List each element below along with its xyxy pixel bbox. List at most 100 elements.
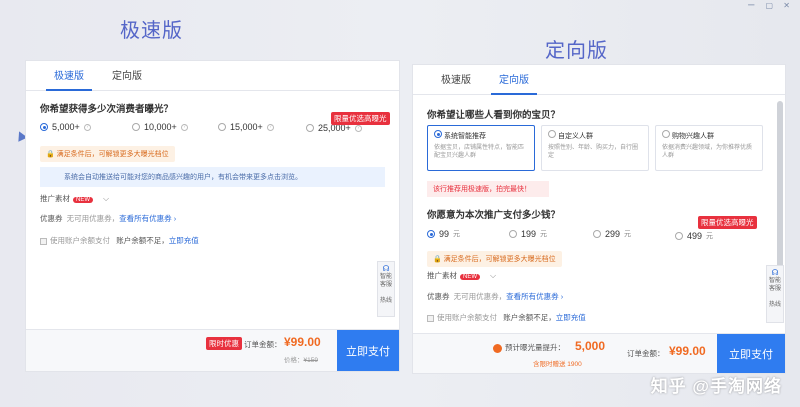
view-coupons-link[interactable]: 查看所有优惠券 ›	[119, 214, 176, 223]
target-desc: 依据宝贝，店铺属性特点，智能匹配宝贝兴趣人群	[434, 145, 525, 159]
original-price-row: 价格：¥159	[284, 354, 318, 364]
option-15000[interactable]: 15,000+?	[218, 122, 274, 132]
coupon-none: 无可用优惠券，	[66, 214, 120, 223]
tab-speed[interactable]: 极速版	[427, 71, 485, 94]
recharge-link[interactable]: 立即充值	[556, 313, 586, 322]
price-299[interactable]: 299 元	[593, 229, 631, 239]
balance-checkbox[interactable]	[40, 237, 47, 245]
radio-icon	[132, 123, 140, 131]
unlock-tip-text: 满足条件后，可解锁更多大曝光档位	[56, 151, 169, 158]
balance-checkbox[interactable]	[427, 314, 434, 322]
left-tabs: 极速版 定向版	[26, 61, 399, 91]
order-amount-label: 订单金额：	[244, 340, 282, 349]
customer-service-widget[interactable]: ☊ 智能 客服 热线	[766, 265, 784, 323]
order-price: ¥99.00	[284, 335, 321, 349]
target-smart[interactable]: 系统智能推荐 依据宝贝，店铺属性特点，智能匹配宝贝兴趣人群	[427, 125, 535, 171]
chevron-down-icon: ⌵	[103, 194, 110, 203]
coupon-none: 无可用优惠券，	[453, 292, 507, 301]
bonus-text: 含限时赠送 1900	[533, 361, 582, 368]
price-label: 99	[439, 229, 450, 239]
target-desc: 依据消费兴趣领域，为你推荐优质人群	[662, 145, 753, 159]
material-label: 推广素材	[427, 271, 457, 280]
tab-targeted[interactable]: 定向版	[98, 67, 156, 90]
balance-label: 使用账户余额支付	[50, 236, 110, 245]
right-footer: 预计曝光量提升： 5,000 含限时赠送 1900 订单金额： ¥99.00 立…	[413, 333, 785, 373]
coin-icon	[493, 343, 502, 353]
customer-service-widget[interactable]: ☊ 智能 客服 热线	[377, 261, 395, 317]
info-text: 系统会自动推送给可能对您的商品感兴趣的用户，有机会带来更多点击浏览。	[64, 174, 302, 181]
tab-targeted[interactable]: 定向版	[485, 71, 543, 95]
balance-insufficient: 账户余额不足，	[116, 236, 169, 245]
right-panel: 极速版 定向版 你希望让哪些人看到你的宝贝？ 系统智能推荐 依据宝贝，店铺属性特…	[412, 64, 786, 374]
exposure-row: 预计曝光量提升：	[493, 342, 565, 353]
pay-button[interactable]: 立即支付	[717, 334, 785, 373]
widget-label-3: 热线	[379, 298, 392, 304]
recharge-link[interactable]: 立即充值	[169, 236, 199, 245]
coupon-label: 优惠券	[40, 214, 63, 223]
headset-icon: ☊	[382, 264, 390, 273]
target-desc: 按照性别、年龄、购买力，自行圈定	[548, 145, 639, 159]
widget-label-3: 热线	[768, 302, 781, 308]
new-badge: NEW	[460, 274, 480, 280]
balance-row: 使用账户余额支付 账户余额不足，立即充值	[40, 235, 199, 246]
radio-icon	[218, 123, 226, 131]
radio-selected-icon	[434, 130, 442, 138]
radio-selected-icon	[427, 230, 435, 238]
coupon-row: 优惠券 无可用优惠券，查看所有优惠券 ›	[427, 291, 563, 302]
help-icon: ?	[83, 123, 91, 131]
unlock-tip: 🔒 满足条件后，可解锁更多大曝光档位	[427, 251, 562, 267]
high-exposure-badge: 限量优选高曝光	[698, 216, 757, 229]
unit-label: 元	[624, 231, 632, 238]
exposure-label: 预计曝光量提升：	[505, 343, 565, 352]
widget-label-1: 智能	[379, 274, 392, 280]
target-custom[interactable]: 自定义人群 按照性别、年龄、购买力，自行圈定	[541, 125, 649, 171]
radio-icon	[548, 130, 556, 138]
coupon-label: 优惠券	[427, 292, 450, 301]
target-title: 购物兴趣人群	[671, 133, 714, 140]
option-5000[interactable]: 5,000+?	[40, 122, 91, 132]
radio-icon	[306, 124, 314, 132]
price-499[interactable]: 499 元	[675, 231, 713, 241]
window-controls[interactable]: ー ▢ ✕	[747, 0, 794, 11]
info-bar: 系统会自动推送给可能对您的商品感兴趣的用户，有机会带来更多点击浏览。	[40, 167, 385, 187]
balance-insufficient: 账户余额不足，	[503, 313, 556, 322]
exposure-question: 你希望获得多少次消费者曝光？	[40, 104, 174, 115]
new-badge: NEW	[73, 197, 93, 203]
limited-offer-badge: 限时优惠	[206, 337, 242, 350]
material-label: 推广素材	[40, 194, 70, 203]
orig-price: ¥159	[303, 357, 318, 364]
unit-label: 元	[706, 233, 714, 240]
balance-row: 使用账户余额支付 账户余额不足，立即充值	[427, 312, 586, 323]
lock-icon: 🔒	[433, 256, 444, 263]
exposure-value: 5,000	[575, 339, 606, 353]
heading-targeted-version: 定向版	[545, 40, 608, 62]
right-tabs: 极速版 定向版	[413, 65, 785, 95]
radio-icon	[662, 130, 670, 138]
widget-label-1: 智能	[768, 278, 781, 284]
radio-icon	[675, 232, 683, 240]
help-icon: ?	[354, 124, 362, 132]
option-label: 5,000+	[52, 122, 80, 132]
price-99[interactable]: 99 元	[427, 229, 460, 239]
unit-label: 元	[540, 231, 548, 238]
headset-icon: ☊	[771, 268, 779, 277]
order-amount-label: 订单金额：	[627, 349, 665, 358]
price-label: 299	[605, 229, 621, 239]
heading-speed-version: 极速版	[120, 20, 183, 42]
audience-question: 你希望让哪些人看到你的宝贝？	[427, 110, 561, 121]
view-coupons-link[interactable]: 查看所有优惠券 ›	[506, 292, 563, 301]
coupon-row: 优惠券 无可用优惠券，查看所有优惠券 ›	[40, 213, 176, 224]
budget-question: 你愿意为本次推广支付多少钱？	[427, 210, 561, 221]
tab-speed[interactable]: 极速版	[40, 67, 98, 91]
material-row[interactable]: 推广素材 NEW ⌵	[40, 193, 109, 204]
price-199[interactable]: 199 元	[509, 229, 547, 239]
pay-button[interactable]: 立即支付	[337, 330, 399, 371]
radio-icon	[593, 230, 601, 238]
option-label: 10,000+	[144, 122, 177, 132]
unit-label: 元	[453, 231, 461, 238]
material-row[interactable]: 推广素材 NEW ⌵	[427, 270, 496, 281]
target-interest[interactable]: 购物兴趣人群 依据消费兴趣领域，为你推荐优质人群	[655, 125, 763, 171]
radio-icon	[509, 230, 517, 238]
option-10000[interactable]: 10,000+?	[132, 122, 188, 132]
unlock-tip: 🔒 满足条件后，可解锁更多大曝光档位	[40, 146, 175, 162]
